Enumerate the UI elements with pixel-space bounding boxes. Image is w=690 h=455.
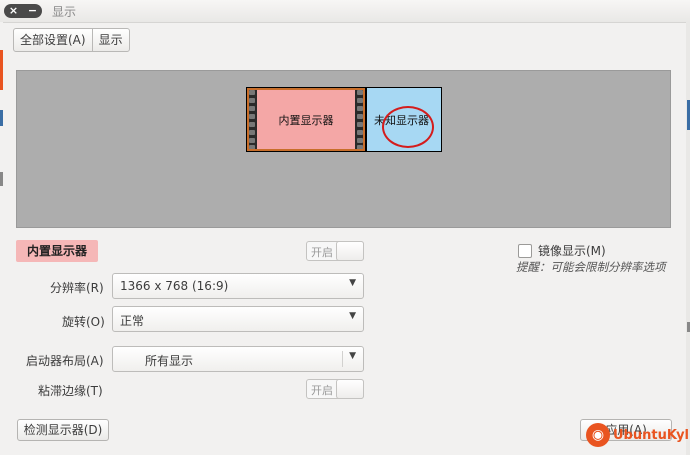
toggle-knob <box>336 241 364 261</box>
dropdown-arrow-icon: ▼ <box>349 311 356 321</box>
detect-displays-button[interactable]: 检测显示器(D) <box>17 419 109 441</box>
sticky-edges-label: 粘滞边缘(T) <box>38 384 103 398</box>
breadcrumb-all-settings[interactable]: 全部设置(A) <box>14 29 92 51</box>
title-bar: × − 显示 <box>0 0 690 23</box>
filmstrip-left-icon <box>247 88 257 151</box>
rotation-select[interactable]: 正常 ▼ <box>112 306 364 332</box>
mirror-hint: 提醒：可能会限制分辨率选项 <box>516 260 666 274</box>
launcher-layout-label: 启动器布局(A) <box>26 354 104 368</box>
builtin-monitor-tile[interactable]: 内置显示器 <box>246 87 366 152</box>
window-title: 显示 <box>52 5 77 19</box>
filmstrip-right-icon <box>355 88 365 151</box>
selected-display-name: 内置显示器 <box>16 240 98 262</box>
breadcrumb-display[interactable]: 显示 <box>91 29 129 51</box>
display-power-toggle[interactable]: 开启 <box>306 241 364 261</box>
combo-separator <box>342 351 343 367</box>
window-controls: × − <box>4 4 42 18</box>
mirror-label: 镜像显示(M) <box>538 244 606 258</box>
watermark: ◉ UbuntuKylin <box>586 420 690 450</box>
watermark-text: UbuntuKylin <box>613 427 690 443</box>
dropdown-arrow-icon: ▼ <box>349 278 356 288</box>
sticky-edges-toggle-label: 开启 <box>311 384 333 397</box>
rotation-label: 旋转(O) <box>62 315 105 329</box>
background-window-edge-right <box>686 22 690 455</box>
launcher-layout-select[interactable]: 所有显示 ▼ <box>112 346 364 372</box>
rotation-value: 正常 <box>120 314 145 328</box>
builtin-monitor-label: 内置显示器 <box>278 114 334 127</box>
resolution-value: 1366 x 768 (16:9) <box>120 279 229 293</box>
breadcrumb: 全部设置(A) 显示 <box>13 28 130 52</box>
resolution-label: 分辨率(R) <box>50 281 104 295</box>
dropdown-arrow-icon: ▼ <box>349 351 356 361</box>
toggle-knob <box>336 379 364 399</box>
ubuntu-logo-icon: ◉ <box>586 423 610 447</box>
display-power-toggle-label: 开启 <box>311 246 333 259</box>
minimize-icon[interactable]: − <box>23 4 42 18</box>
resolution-select[interactable]: 1366 x 768 (16:9) ▼ <box>112 273 364 299</box>
mirror-displays-option[interactable]: 镜像显示(M) <box>518 242 606 259</box>
launcher-layout-value: 所有显示 <box>145 354 194 368</box>
sticky-edges-toggle[interactable]: 开启 <box>306 379 364 399</box>
background-window-edge-left <box>0 22 3 455</box>
red-highlight-circle <box>382 106 434 148</box>
mirror-checkbox[interactable] <box>518 243 532 258</box>
close-icon[interactable]: × <box>4 4 23 18</box>
